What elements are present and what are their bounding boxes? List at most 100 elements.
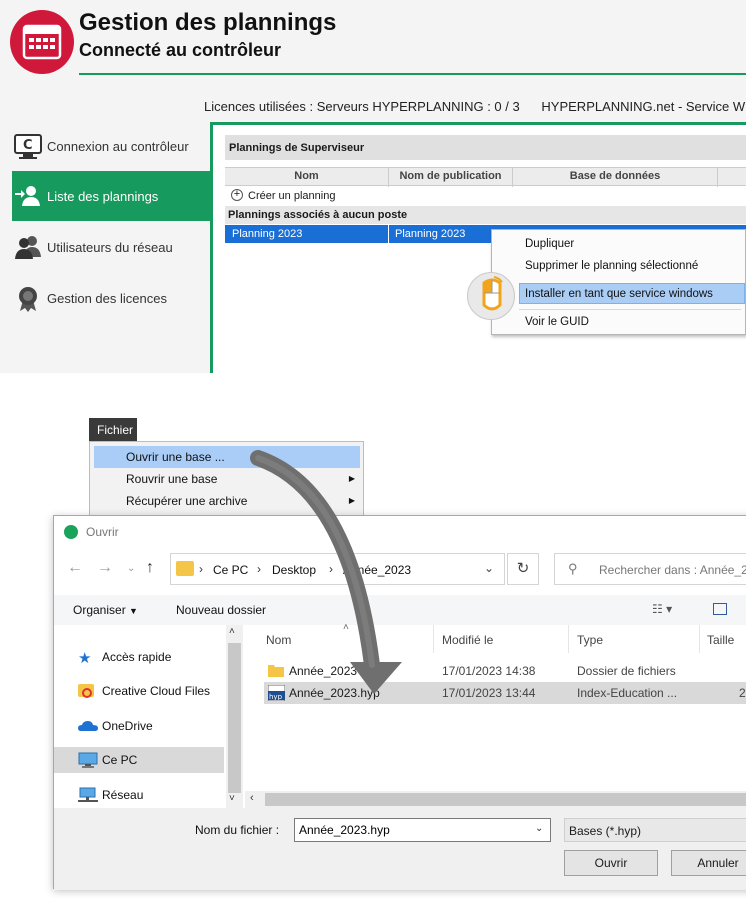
scroll-left-icon: ‹ — [250, 792, 254, 804]
refresh-button[interactable]: ↻ — [507, 553, 539, 585]
cancel-button[interactable]: Annuler — [671, 850, 746, 876]
search-icon: ⚲ — [568, 561, 578, 576]
column-header-size[interactable]: Taille — [707, 633, 734, 647]
svg-text:hyp: hyp — [269, 693, 283, 701]
menu-divider — [519, 309, 741, 310]
nav-item-creative-cloud[interactable]: Creative Cloud Files — [54, 678, 224, 704]
dialog-toolbar: Organiser ▼ Nouveau dossier ☷ ▾ — [54, 595, 746, 625]
controller-icon: C — [14, 134, 42, 159]
sidebar-item-label: Liste des plannings — [47, 188, 159, 204]
sidebar-item-label: Connexion au contrôleur — [47, 138, 189, 154]
table-title: Plannings de Superviseur — [225, 135, 746, 160]
list-item[interactable]: Année_2023 17/01/2023 14:38 Dossier de f… — [264, 660, 746, 682]
svg-text:C: C — [23, 138, 33, 153]
list-item[interactable]: hyp Année_2023.hyp 17/01/2023 13:44 Inde… — [264, 682, 746, 704]
recent-locations-chevron-icon[interactable]: ⌄ — [127, 563, 135, 574]
filetype-select[interactable]: Bases (*.hyp) — [564, 818, 746, 842]
nav-item-quick-access[interactable]: ★ Accès rapide — [54, 644, 224, 670]
app-title: Gestion des plannings — [79, 9, 337, 36]
planning-publication-cell: Planning 2023 — [395, 228, 466, 240]
app-header: Gestion des plannings Connecté au contrô… — [0, 0, 746, 90]
organise-button[interactable]: Organiser ▼ — [73, 603, 138, 617]
file-list: Nom ˄ Modifié le Type Taille Année_2023 … — [245, 622, 746, 808]
context-menu: Dupliquer Supprimer le planning sélectio… — [491, 229, 746, 335]
nav-item-network[interactable]: Réseau — [54, 782, 224, 808]
sidebar-item-plannings[interactable]: Liste des plannings — [12, 171, 210, 221]
filename-label: Nom du fichier : — [195, 823, 280, 837]
calendar-logo-icon — [10, 10, 74, 74]
menu-item-view-guid[interactable]: Voir le GUID — [525, 316, 589, 328]
preview-pane-icon[interactable] — [713, 603, 727, 615]
menu-item-duplicate[interactable]: Dupliquer — [525, 238, 574, 250]
horizontal-scrollbar[interactable]: ‹ — [245, 791, 746, 808]
up-arrow-icon[interactable]: ↑ — [146, 559, 154, 577]
planning-manager-window: Gestion des plannings Connecté au contrô… — [0, 0, 746, 373]
cloud-folder-icon — [78, 683, 96, 699]
breadcrumb-chevron-icon: › — [257, 562, 261, 576]
column-header-name[interactable]: Nom — [266, 633, 291, 647]
plus-circle-icon: + — [231, 189, 243, 201]
chevron-down-icon[interactable]: ⌄ — [535, 823, 543, 834]
sidebar-item-controller[interactable]: C Connexion au contrôleur — [12, 121, 210, 171]
fichier-dropdown: Ouvrir une base ... Rouvrir une base ▶ R… — [89, 441, 364, 521]
header-divider — [79, 73, 746, 75]
open-button[interactable]: Ouvrir — [564, 850, 658, 876]
create-planning-row[interactable]: + Créer un planning — [225, 187, 746, 205]
dialog-title: Ouvrir — [86, 525, 119, 539]
onedrive-icon — [78, 718, 98, 734]
breadcrumb-chevron-icon: › — [329, 562, 333, 576]
column-header-type[interactable]: Type — [577, 633, 603, 647]
column-header-publication[interactable]: Nom de publication — [389, 168, 513, 187]
submenu-arrow-icon: ▶ — [348, 496, 355, 505]
breadcrumb-desktop[interactable]: Desktop — [272, 563, 316, 577]
planning-name-cell: Planning 2023 — [232, 228, 303, 240]
mouse-click-icon — [467, 272, 515, 320]
scroll-up-icon: ˄ — [229, 626, 235, 637]
open-file-dialog: Ouvrir ← → ⌄ ↑ › Ce PC › Desktop › Année… — [53, 515, 746, 890]
filename-input[interactable] — [294, 818, 551, 842]
dialog-footer: Nom du fichier : ⌄ Bases (*.hyp) Ouvrir … — [54, 808, 746, 890]
view-options-icon[interactable]: ☷ ▾ — [652, 602, 672, 616]
menu-item-install-service[interactable]: Installer en tant que service windows — [525, 288, 713, 300]
user-arrow-icon — [14, 184, 42, 208]
search-placeholder: Rechercher dans : Année_2023 — [599, 563, 746, 577]
submenu-arrow-icon: ▶ — [348, 474, 355, 483]
users-icon — [14, 235, 42, 259]
sidebar-item-label: Gestion des licences — [47, 290, 167, 306]
sidebar-item-users[interactable]: Utilisateurs du réseau — [12, 222, 210, 272]
sort-ascending-icon: ˄ — [343, 622, 349, 633]
app-subtitle: Connecté au contrôleur — [79, 40, 282, 60]
license-badge-icon — [14, 286, 42, 312]
create-planning-label: Créer un planning — [248, 190, 336, 202]
nav-item-ce-pc[interactable]: Ce PC — [54, 747, 224, 773]
breadcrumb-annee[interactable]: Année_2023 — [343, 563, 411, 577]
menu-item-delete-planning[interactable]: Supprimer le planning sélectionné — [525, 260, 698, 272]
hyp-file-icon: hyp — [267, 684, 286, 704]
nav-scrollbar[interactable]: ˄ ˅ — [226, 625, 243, 808]
search-input[interactable]: ⚲ Rechercher dans : Année_2023 — [554, 553, 746, 585]
chevron-down-icon[interactable]: ⌄ — [484, 561, 494, 575]
menu-item-open-base[interactable]: Ouvrir une base ... — [126, 450, 225, 464]
column-header-database[interactable]: Base de données — [513, 168, 718, 187]
new-folder-button[interactable]: Nouveau dossier — [176, 603, 266, 617]
forward-arrow-icon[interactable]: → — [97, 559, 113, 577]
network-icon — [78, 787, 98, 803]
sidebar-item-licences[interactable]: Gestion des licences — [12, 273, 210, 323]
breadcrumb-ce-pc[interactable]: Ce PC — [213, 563, 248, 577]
menu-item-reopen-base[interactable]: Rouvrir une base — [126, 472, 217, 486]
column-header-modified[interactable]: Modifié le — [442, 633, 493, 647]
nav-item-onedrive[interactable]: OneDrive — [54, 713, 224, 739]
dropdown-triangle-icon: ▼ — [129, 606, 138, 616]
computer-icon — [78, 752, 98, 768]
menu-item-recover-archive[interactable]: Récupérer une archive — [126, 494, 247, 508]
licences-status: Licences utilisées : Serveurs HYPERPLANN… — [204, 99, 746, 114]
table-header: Nom Nom de publication Base de données — [225, 167, 746, 187]
group-header-row: Plannings associés à aucun poste — [225, 206, 746, 224]
column-header-name[interactable]: Nom — [225, 168, 389, 187]
menu-tab-fichier[interactable]: Fichier — [89, 418, 137, 441]
back-arrow-icon[interactable]: ← — [67, 559, 83, 577]
folder-icon — [268, 663, 284, 680]
breadcrumb-chevron-icon: › — [199, 562, 203, 576]
sidebar-item-label: Utilisateurs du réseau — [47, 239, 173, 255]
address-bar[interactable]: › Ce PC › Desktop › Année_2023 ⌄ — [170, 553, 505, 585]
